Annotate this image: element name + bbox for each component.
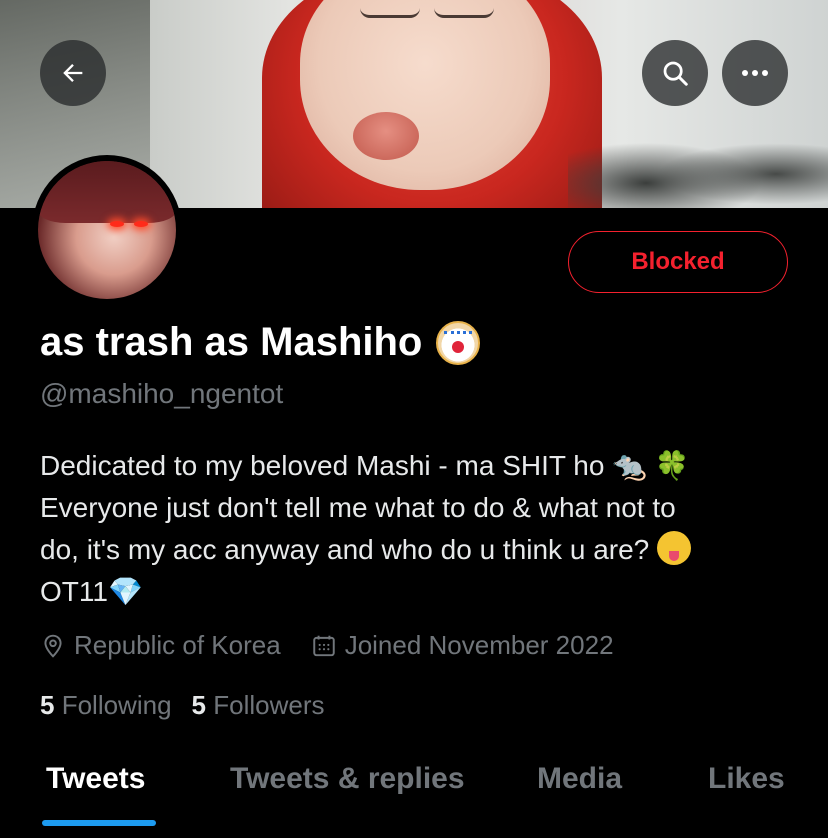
location-pin-icon (44, 634, 62, 658)
bio-line: OT11💎 (40, 571, 800, 613)
following-link[interactable]: 5 Following (40, 690, 172, 721)
followers-count: 5 (191, 690, 206, 720)
back-button[interactable] (40, 40, 106, 106)
display-name-row: as trash as Mashiho (40, 320, 481, 365)
joined-text: Joined November 2022 (344, 630, 614, 660)
active-tab-indicator (42, 820, 156, 826)
more-horizontal-icon (742, 70, 768, 76)
banner-eye (434, 8, 494, 18)
bio-line: Everyone just don't tell me what to do &… (40, 492, 676, 523)
avatar-glowing-eye (110, 221, 124, 227)
tab-tweets[interactable]: Tweets (46, 762, 145, 796)
followers-link[interactable]: 5 Followers (192, 690, 325, 721)
location-text: Republic of Korea (74, 630, 281, 660)
profile-tabs: Tweets Tweets & replies Media Likes (0, 750, 828, 830)
user-handle: @mashiho_ngentot (40, 378, 284, 409)
rat-icon: 🐀 (612, 449, 648, 482)
banner-background-people (568, 120, 828, 208)
following-count: 5 (40, 690, 55, 720)
tab-likes[interactable]: Likes (708, 762, 785, 796)
avatar-image (38, 161, 176, 299)
clover-icon: 🍀 (654, 449, 690, 482)
tab-tweets-and-replies[interactable]: Tweets & replies (230, 762, 465, 796)
more-button[interactable] (722, 40, 788, 106)
followers-label: Followers (213, 690, 325, 720)
follow-stats: 5 Following 5 Followers (40, 690, 324, 721)
clown-face-icon (436, 320, 481, 365)
bio-line: Dedicated to my beloved Mashi - ma SHIT … (40, 445, 800, 487)
banner-lips (353, 112, 419, 160)
avatar[interactable] (32, 155, 182, 305)
search-button[interactable] (642, 40, 708, 106)
bio-text: OT11 (40, 576, 108, 607)
bio-text: Dedicated to my beloved Mashi - ma SHIT … (40, 450, 613, 481)
profile-bio: Dedicated to my beloved Mashi - ma SHIT … (40, 445, 800, 613)
profile-meta: Republic of Korea Joined November 2022 (40, 630, 644, 661)
zany-face-icon (657, 531, 692, 565)
banner-eye (360, 8, 420, 18)
following-label: Following (61, 690, 172, 720)
calendar-icon (312, 635, 335, 656)
bio-line: do, it's my acc anyway and who do u thin… (40, 529, 800, 571)
tab-media[interactable]: Media (537, 762, 622, 796)
blocked-button[interactable]: Blocked (568, 231, 788, 293)
bio-text: do, it's my acc anyway and who do u thin… (40, 534, 658, 565)
location-item: Republic of Korea (40, 630, 281, 661)
avatar-hair (38, 161, 176, 224)
arrow-left-icon (63, 64, 83, 82)
avatar-glowing-eye (134, 221, 148, 227)
gem-icon: 💎 (107, 575, 143, 608)
display-name: as trash as Mashiho (40, 320, 423, 364)
joined-item: Joined November 2022 (311, 630, 614, 661)
search-icon (663, 61, 688, 86)
